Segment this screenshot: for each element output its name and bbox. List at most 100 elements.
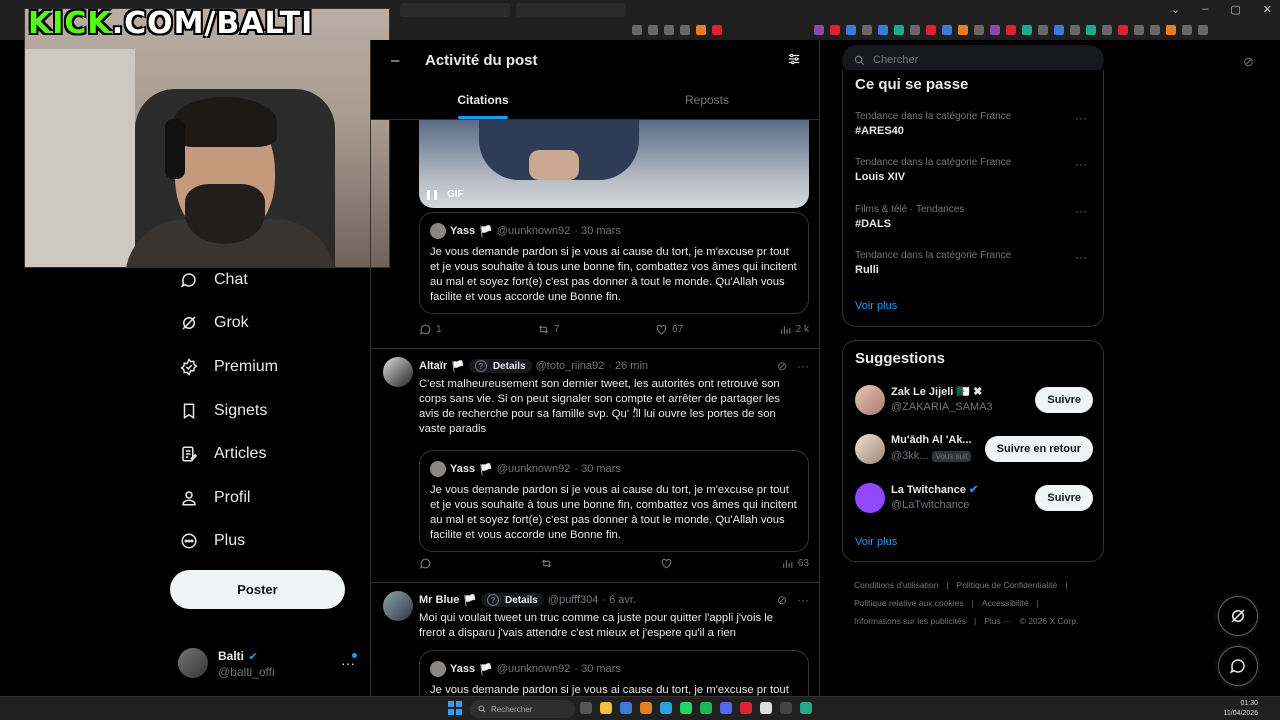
extension-icon[interactable] bbox=[1134, 25, 1144, 35]
extension-icon[interactable] bbox=[958, 25, 968, 35]
sidebar-item-signets[interactable]: Signets bbox=[170, 389, 370, 433]
quoted-tweet[interactable]: Yass 🏳️ @uunknown92 · 30 mars Je vous de… bbox=[419, 450, 809, 552]
trend-item[interactable]: Tendance dans la catégorie France Louis … bbox=[855, 157, 1091, 183]
filter-settings-icon[interactable] bbox=[787, 52, 801, 70]
windows-start-icon[interactable] bbox=[448, 701, 462, 715]
extension-icon[interactable] bbox=[814, 25, 824, 35]
grok-fab-button[interactable] bbox=[1218, 596, 1258, 636]
sidebar-item-premium[interactable]: Premium bbox=[170, 345, 370, 389]
more-dots-icon[interactable]: ··· bbox=[1075, 250, 1087, 264]
discord-icon[interactable] bbox=[720, 702, 732, 714]
extension-icon[interactable] bbox=[1070, 25, 1080, 35]
more-dots-icon[interactable]: ··· bbox=[797, 359, 809, 373]
extension-icon[interactable] bbox=[926, 25, 936, 35]
avatar[interactable] bbox=[383, 357, 413, 387]
repost-button[interactable]: 7 bbox=[537, 323, 560, 336]
bookmark-star-icon[interactable] bbox=[680, 25, 690, 35]
extension-icon[interactable] bbox=[1054, 25, 1064, 35]
maximize-icon[interactable]: ▢ bbox=[1230, 3, 1240, 16]
pause-icon[interactable] bbox=[427, 189, 437, 200]
avatar[interactable] bbox=[855, 483, 885, 513]
sidebar-item-chat[interactable]: Chat bbox=[170, 258, 370, 302]
tab-citations[interactable]: Citations bbox=[371, 81, 595, 119]
extension-icon[interactable] bbox=[862, 25, 872, 35]
follow-button[interactable]: Suivre bbox=[1035, 387, 1093, 413]
whatsapp-icon[interactable] bbox=[680, 702, 692, 714]
extension-icon[interactable] bbox=[910, 25, 920, 35]
more-dots-icon[interactable]: ··· bbox=[1075, 111, 1087, 125]
more-dots-icon[interactable]: ··· bbox=[1075, 157, 1087, 171]
like-button[interactable]: 67 bbox=[655, 323, 683, 336]
taskbar-search[interactable]: Rechercher bbox=[470, 700, 575, 718]
more-dots-icon[interactable]: ··· bbox=[797, 593, 809, 607]
avatar[interactable] bbox=[855, 385, 885, 415]
screenshot-icon[interactable] bbox=[632, 25, 642, 35]
suggestion-item[interactable]: La Twitchance ✔ @LaTwitchance Suivre bbox=[855, 479, 1093, 519]
tab-reposts[interactable]: Reposts bbox=[595, 81, 819, 119]
sidebar-item-grok[interactable]: Grok bbox=[170, 302, 370, 346]
share-icon[interactable] bbox=[664, 25, 674, 35]
trend-item[interactable]: Tendance dans la catégorie France #ARES4… bbox=[855, 111, 1091, 137]
browser-tab[interactable] bbox=[516, 3, 626, 17]
author-handle[interactable]: @toto_riina92 bbox=[536, 360, 605, 372]
author-name[interactable]: Mr Blue bbox=[419, 594, 459, 606]
repost-button[interactable] bbox=[540, 557, 553, 570]
file-explorer-icon[interactable] bbox=[600, 702, 612, 714]
chevron-down-icon[interactable]: ⌄ bbox=[1171, 3, 1180, 16]
extension-icon[interactable] bbox=[1006, 25, 1016, 35]
brave-icon[interactable] bbox=[640, 702, 652, 714]
avatar[interactable] bbox=[383, 591, 413, 621]
system-clock[interactable]: 01:30 11/04/2026 bbox=[1223, 699, 1258, 719]
footer-link[interactable]: Informations sur les publicités bbox=[854, 616, 966, 626]
show-more-link[interactable]: Voir plus bbox=[855, 300, 897, 312]
extension-icon[interactable] bbox=[1118, 25, 1128, 35]
brave-rewards-icon[interactable] bbox=[712, 25, 722, 35]
quoted-tweet[interactable]: Yass 🏳️ @uunknown92 · 30 mars Je vous de… bbox=[419, 650, 809, 696]
block-icon[interactable]: ⊘ bbox=[777, 359, 787, 373]
like-button[interactable] bbox=[660, 557, 673, 570]
footer-link[interactable]: Politique de Confidentialité bbox=[957, 580, 1058, 590]
sidebar-item-articles[interactable]: Articles bbox=[170, 432, 370, 476]
sidebar-item-profil[interactable]: Profil bbox=[170, 476, 370, 520]
block-icon[interactable]: ⊘ bbox=[777, 593, 787, 607]
footer-link[interactable]: Conditions d'utilisation bbox=[854, 580, 938, 590]
account-switcher[interactable]: Balti ✔ @balti_offi ··· bbox=[178, 645, 363, 681]
notion-icon[interactable] bbox=[760, 702, 772, 714]
gif-media[interactable]: GIF bbox=[419, 120, 809, 208]
browser-tab[interactable] bbox=[400, 3, 510, 17]
zoom-icon[interactable] bbox=[648, 25, 658, 35]
post-button[interactable]: Poster bbox=[170, 570, 345, 609]
extension-icon[interactable] bbox=[1150, 25, 1160, 35]
suggestion-name[interactable]: Zak Le Jijeli 🇩🇿 ✖ bbox=[891, 385, 982, 398]
brave-shield-icon[interactable] bbox=[696, 25, 706, 35]
tweet-time[interactable]: · 6 avr. bbox=[602, 594, 636, 606]
extension-icon[interactable] bbox=[1086, 25, 1096, 35]
footer-link[interactable]: Accessibilité bbox=[982, 598, 1029, 608]
views-button[interactable]: 63 bbox=[781, 557, 809, 570]
show-more-link[interactable]: Voir plus bbox=[855, 536, 897, 548]
messages-fab-button[interactable] bbox=[1218, 646, 1258, 686]
trend-item[interactable]: Tendance dans la catégorie France Rulli … bbox=[855, 250, 1091, 276]
close-icon[interactable]: ✕ bbox=[1263, 3, 1272, 16]
extension-icon[interactable] bbox=[990, 25, 1000, 35]
follow-button[interactable]: Suivre bbox=[1035, 485, 1093, 511]
back-arrow-icon[interactable]: – bbox=[391, 52, 399, 69]
task-view-icon[interactable] bbox=[580, 702, 592, 714]
details-button[interactable]: ? Details bbox=[481, 593, 544, 607]
avatar[interactable] bbox=[855, 434, 885, 464]
extension-icon[interactable] bbox=[1038, 25, 1048, 35]
extension-icon[interactable] bbox=[942, 25, 952, 35]
extension-icon[interactable] bbox=[878, 25, 888, 35]
details-button[interactable]: ? Details bbox=[468, 359, 532, 373]
sidebar-item-plus[interactable]: Plus bbox=[170, 520, 370, 564]
extension-icon[interactable] bbox=[846, 25, 856, 35]
app-icon[interactable] bbox=[800, 702, 812, 714]
reply-button[interactable]: 1 bbox=[419, 323, 442, 336]
extension-icon[interactable] bbox=[1022, 25, 1032, 35]
extension-icon[interactable] bbox=[1166, 25, 1176, 35]
author-handle[interactable]: @pufff304 bbox=[548, 594, 599, 606]
extension-icon[interactable] bbox=[894, 25, 904, 35]
minimize-icon[interactable]: – bbox=[1202, 3, 1208, 16]
footer-link[interactable]: Plus ··· bbox=[984, 616, 1011, 626]
suggestion-name[interactable]: Mu'ādh Al 'Ak... bbox=[891, 434, 972, 446]
